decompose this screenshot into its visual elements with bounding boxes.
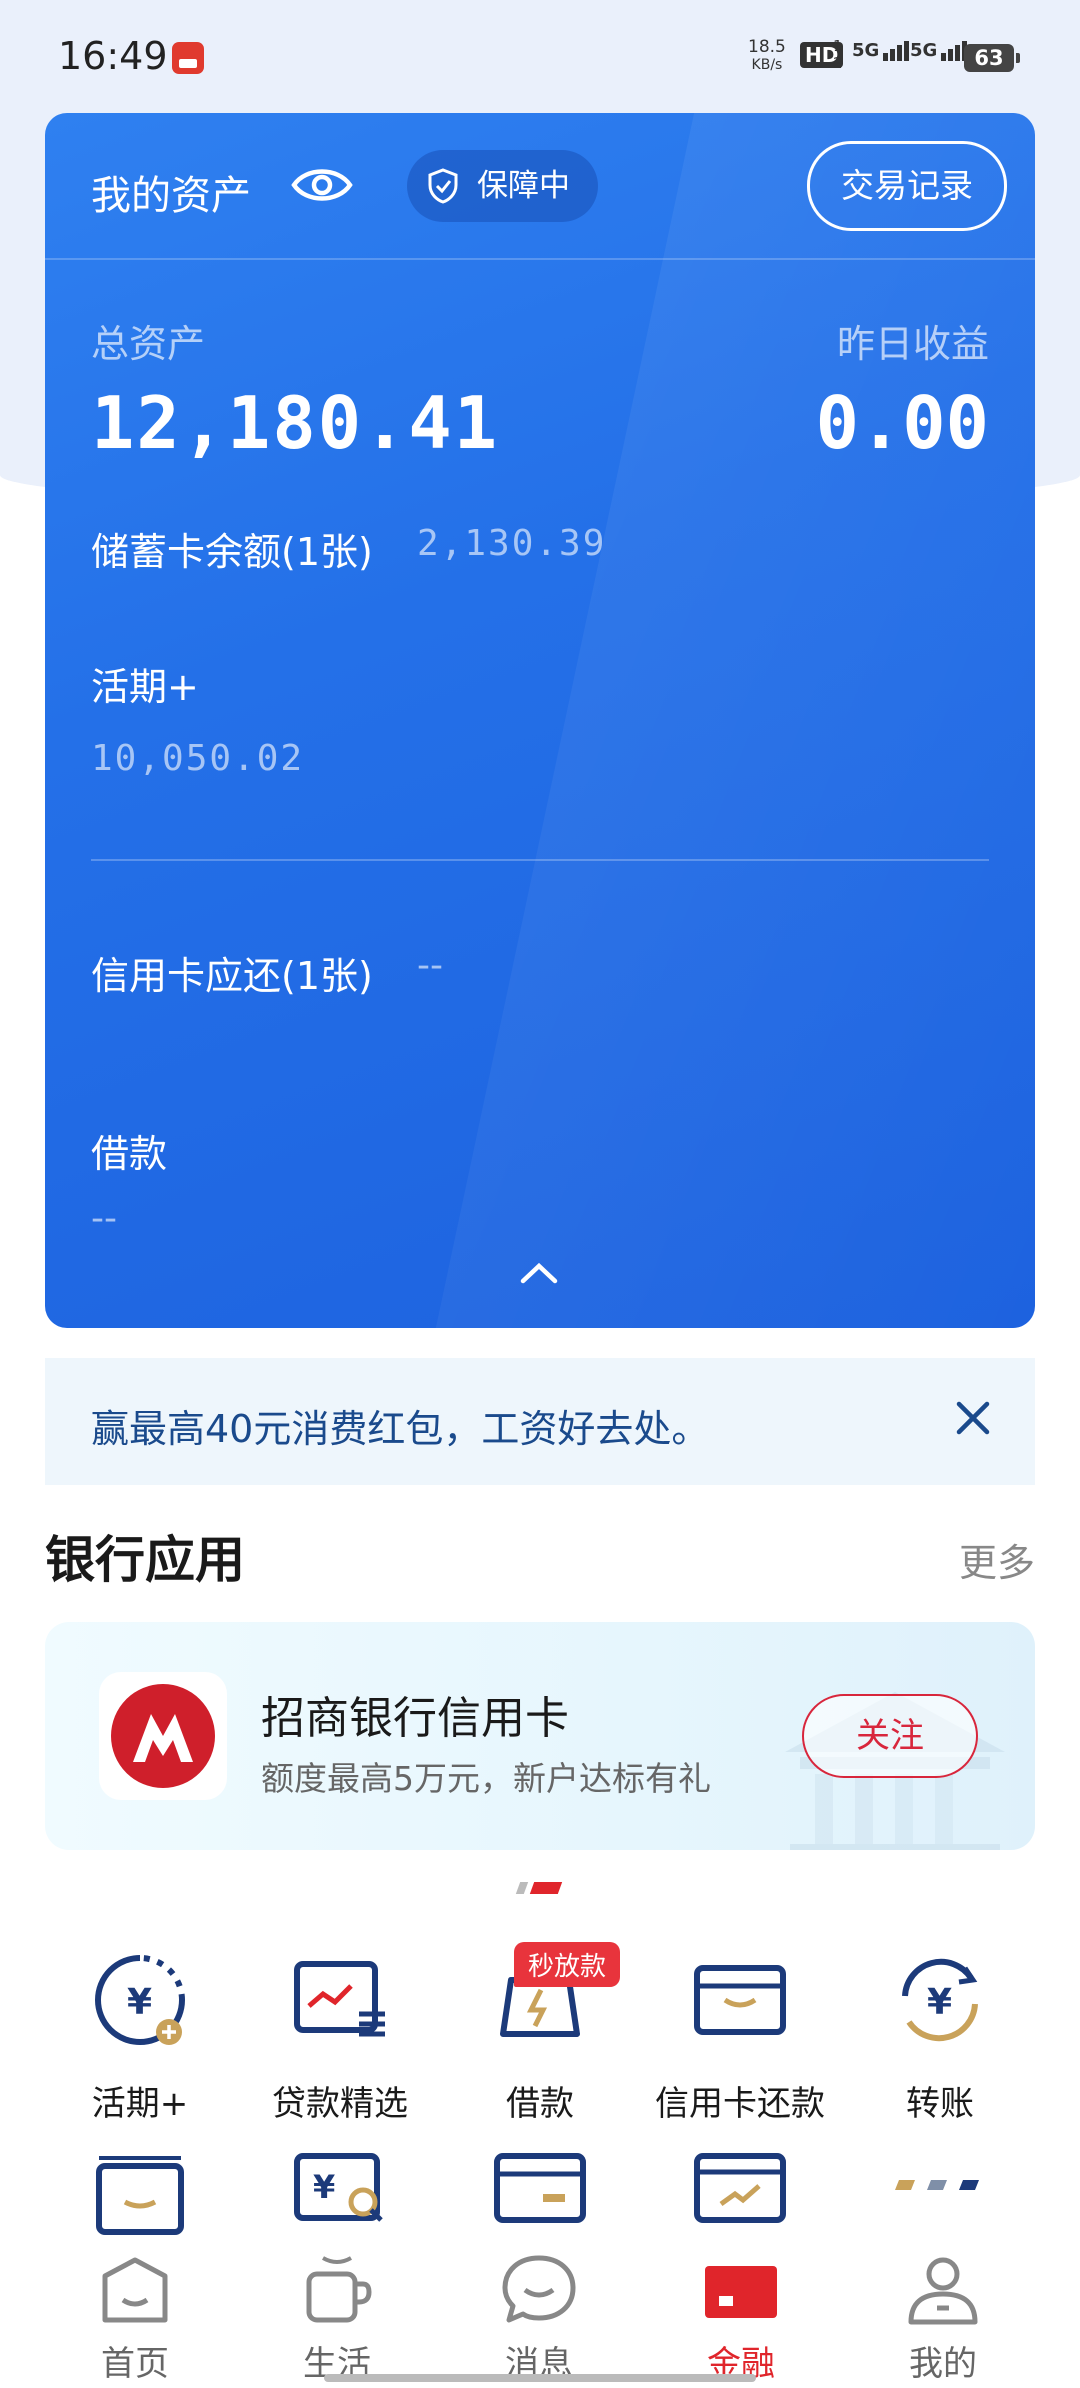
card-divider xyxy=(45,258,1035,260)
debit-balance-value: 2,130.39 xyxy=(417,523,607,564)
debit-balance-label[interactable]: 储蓄卡余额(1张) xyxy=(91,521,373,576)
transaction-records-button[interactable]: 交易记录 xyxy=(807,141,1007,231)
home-icon xyxy=(102,2257,168,2323)
bank-card-icon[interactable] xyxy=(485,2150,595,2240)
credit-due-label[interactable]: 信用卡应还(1张) xyxy=(91,945,373,1000)
app-label: 活期+ xyxy=(91,2084,189,2124)
nav-messages[interactable]: 消息 xyxy=(459,2250,619,2385)
chat-icon xyxy=(502,2255,576,2323)
nav-home[interactable]: 首页 xyxy=(55,2250,215,2385)
app-transfer[interactable]: ¥ 转账 xyxy=(840,1950,1040,2125)
status-bar: 16:49 18.5 KB/s HD 1 2 5G 5G 63 xyxy=(0,0,1080,110)
notification-app-icon xyxy=(172,42,204,74)
nav-label: 首页 xyxy=(101,2344,169,2384)
yen-search-icon[interactable]: ¥ xyxy=(285,2150,395,2240)
network-speed-unit: KB/s xyxy=(751,57,783,73)
app-current-plus[interactable]: ¥ 活期+ xyxy=(40,1950,240,2125)
app-credit-repay[interactable]: 信用卡还款 xyxy=(640,1950,840,2125)
fast-loan-tag: 秒放款 xyxy=(514,1942,621,1987)
nav-finance[interactable]: 金融 xyxy=(661,2250,821,2385)
carousel-pager xyxy=(515,1882,563,1894)
battery-icon: 63 xyxy=(964,44,1020,72)
promo-banner[interactable]: 赢最高40元消费红包，工资好去处。 xyxy=(45,1358,1035,1485)
chevron-up-icon[interactable] xyxy=(519,1261,559,1285)
credit-due-value: -- xyxy=(417,945,443,986)
network-speed: 18.5 KB/s xyxy=(748,38,786,74)
signal-icon-sim1: 5G xyxy=(852,40,910,61)
nav-profile[interactable]: 我的 xyxy=(863,2250,1023,2385)
guard-status-badge[interactable]: 保障中 xyxy=(407,150,598,222)
close-icon[interactable] xyxy=(951,1396,995,1440)
wallet-icon[interactable] xyxy=(85,2150,195,2240)
yesterday-income-value: 0.00 xyxy=(815,381,989,465)
asset-card: 我的资产 保障中 交易记录 总资产 12,180.41 昨日收益 0.00 储蓄… xyxy=(45,113,1035,1328)
app-label: 贷款精选 xyxy=(272,2084,408,2124)
card-sheen xyxy=(435,113,1035,1328)
asset-divider xyxy=(91,859,989,861)
more-dots-icon[interactable] xyxy=(885,2150,995,2240)
loan-value: -- xyxy=(91,1198,117,1239)
cmb-logo-icon xyxy=(99,1672,227,1800)
svg-text:¥: ¥ xyxy=(127,1982,152,2023)
app-label: 转账 xyxy=(906,2084,974,2124)
loan-chart-icon xyxy=(294,1961,385,2037)
nav-life[interactable]: 生活 xyxy=(257,2250,417,2385)
sim-numbers: 1 2 xyxy=(833,37,843,72)
asset-card-title: 我的资产 xyxy=(91,173,251,219)
bank-apps-title: 银行应用 xyxy=(45,1531,245,1589)
yen-clock-icon: ¥ xyxy=(95,1955,185,2045)
yesterday-income-label: 昨日收益 xyxy=(836,322,989,366)
shield-check-icon xyxy=(428,168,458,204)
home-indicator[interactable] xyxy=(324,2374,756,2382)
nav-label: 我的 xyxy=(909,2344,977,2384)
signal-label-sim2: 5G xyxy=(910,40,938,61)
current-plus-label[interactable]: 活期+ xyxy=(91,656,199,711)
guard-status-label: 保障中 xyxy=(477,168,570,204)
more-link[interactable]: 更多 xyxy=(959,1532,1035,1587)
app-label: 借款 xyxy=(506,2084,574,2124)
signal-label-sim1: 5G xyxy=(852,40,880,61)
loan-label[interactable]: 借款 xyxy=(91,1123,167,1178)
signal-icon-sim2: 5G xyxy=(910,40,968,61)
cup-icon xyxy=(306,2256,372,2323)
total-assets-label: 总资产 xyxy=(91,322,206,366)
featured-app-name: 招商银行信用卡 xyxy=(261,1693,569,1744)
finance-icon xyxy=(705,2266,777,2318)
featured-app-card[interactable]: 招商银行信用卡 额度最高5万元，新户达标有礼 关注 xyxy=(45,1622,1035,1850)
total-assets-value: 12,180.41 xyxy=(91,381,500,465)
promo-text: 赢最高40元消费红包，工资好去处。 xyxy=(91,1407,710,1451)
card-trend-icon[interactable] xyxy=(685,2150,795,2240)
bottom-nav: 首页 生活 消息 金融 我的 xyxy=(0,2240,1080,2388)
current-plus-value: 10,050.02 xyxy=(91,738,305,779)
follow-button[interactable]: 关注 xyxy=(802,1694,978,1778)
featured-app-subtitle: 额度最高5万元，新户达标有礼 xyxy=(261,1759,711,1798)
status-time: 16:49 xyxy=(58,34,168,78)
network-speed-value: 18.5 xyxy=(748,37,786,57)
profile-icon xyxy=(908,2257,978,2325)
app-label: 信用卡还款 xyxy=(655,2084,825,2124)
svg-text:¥: ¥ xyxy=(313,2168,335,2206)
eye-icon[interactable] xyxy=(290,163,354,207)
credit-card-repay-icon xyxy=(694,1965,786,2035)
app-loan-selection[interactable]: 贷款精选 xyxy=(240,1950,440,2125)
svg-text:¥: ¥ xyxy=(927,1982,952,2023)
transfer-yen-icon: ¥ xyxy=(902,1958,978,2042)
